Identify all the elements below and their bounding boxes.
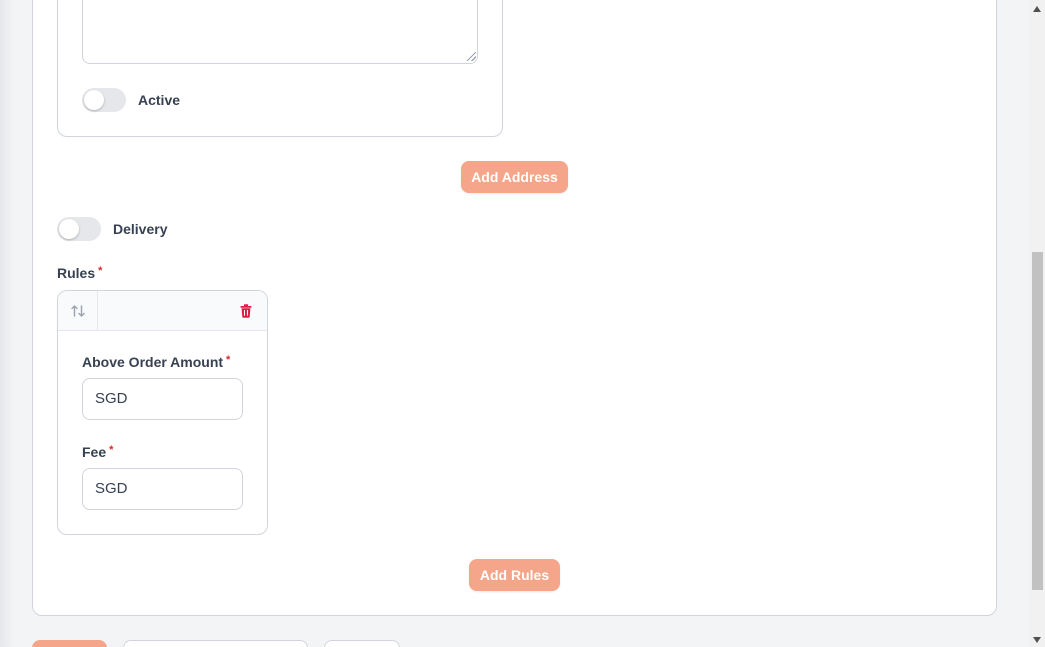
scroll-down-button[interactable] [1032, 635, 1042, 645]
above-order-amount-input[interactable]: SGD [82, 378, 243, 420]
add-address-button[interactable]: Add Address [461, 161, 568, 193]
toggle-knob [59, 219, 79, 239]
required-mark: * [109, 444, 114, 456]
cancel-button[interactable] [324, 640, 400, 647]
delivery-label: Delivery [113, 221, 168, 237]
active-label: Active [138, 92, 181, 108]
fee-label-text: Fee [82, 444, 107, 460]
scroll-thumb[interactable] [1032, 252, 1043, 590]
triangle-up-icon [1033, 6, 1041, 12]
toggle-knob [84, 90, 104, 110]
required-mark: * [226, 354, 231, 366]
rule-item-header [58, 291, 267, 331]
rules-label-text: Rules [57, 265, 96, 281]
triangle-down-icon [1033, 637, 1041, 643]
trash-icon [240, 304, 252, 318]
fee-input[interactable]: SGD [82, 468, 243, 510]
delivery-toggle[interactable] [57, 217, 101, 241]
scroll-up-button[interactable] [1032, 4, 1042, 14]
resize-grip-icon[interactable] [467, 52, 476, 61]
page-scrollbar[interactable] [1029, 0, 1045, 647]
rules-label: Rules * [57, 265, 102, 281]
secondary-button[interactable] [123, 640, 308, 647]
add-rules-button[interactable]: Add Rules [469, 559, 560, 591]
save-button[interactable] [32, 640, 107, 647]
above-order-amount-label-text: Above Order Amount [82, 354, 224, 370]
reorder-handle[interactable] [58, 291, 98, 330]
fee-label: Fee * [82, 444, 113, 460]
active-toggle[interactable] [82, 88, 126, 112]
arrows-up-down-icon [70, 304, 85, 317]
page-left-edge [0, 0, 14, 647]
required-mark: * [98, 265, 103, 277]
address-textarea[interactable] [82, 0, 478, 64]
delete-rule-button[interactable] [236, 301, 256, 321]
above-order-amount-label: Above Order Amount * [82, 354, 230, 370]
